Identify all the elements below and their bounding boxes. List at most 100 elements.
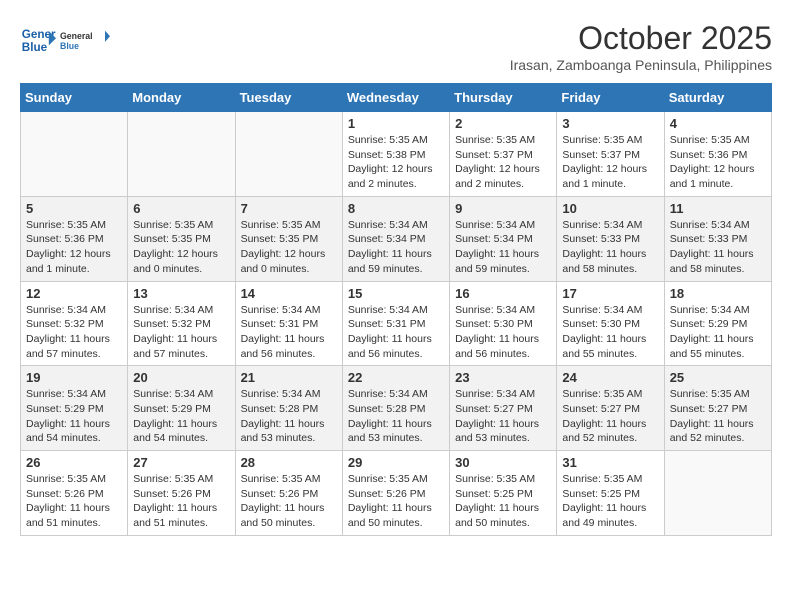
calendar-cell: 12 Sunrise: 5:34 AMSunset: 5:32 PMDayligh…	[21, 281, 128, 366]
day-number: 20	[133, 370, 229, 385]
month-title: October 2025	[510, 20, 772, 57]
calendar-cell: 18Sunrise: 5:34 AMSunset: 5:29 PMDayligh…	[664, 281, 771, 366]
weekday-header: Thursday	[450, 84, 557, 112]
page-header: General Blue General Blue October 2025 I…	[20, 20, 772, 73]
calendar-cell: 6 Sunrise: 5:35 AMSunset: 5:35 PMDaylight…	[128, 196, 235, 281]
day-number: 25	[670, 370, 766, 385]
calendar-cell: 7Sunrise: 5:35 AMSunset: 5:35 PMDaylight…	[235, 196, 342, 281]
day-detail: Sunrise: 5:34 AMSunset: 5:31 PMDaylight:…	[348, 303, 444, 362]
day-detail: Sunrise: 5:34 AMSunset: 5:32 PMDaylight:…	[26, 303, 122, 362]
day-number: 30	[455, 455, 551, 470]
calendar-cell: 9Sunrise: 5:34 AMSunset: 5:34 PMDaylight…	[450, 196, 557, 281]
logo-icon: General Blue	[20, 22, 56, 58]
calendar-cell: 14 Sunrise: 5:34 AMSunset: 5:31 PMDayligh…	[235, 281, 342, 366]
calendar-cell: 22 Sunrise: 5:34 AMSunset: 5:28 PMDayligh…	[342, 366, 449, 451]
day-detail: Sunrise: 5:34 AMSunset: 5:28 PMDaylight:…	[348, 387, 444, 446]
day-detail: Sunrise: 5:35 AMSunset: 5:25 PMDaylight:…	[562, 472, 658, 531]
day-detail: Sunrise: 5:34 AMSunset: 5:32 PMDaylight:…	[133, 303, 229, 362]
calendar-week-row: 12 Sunrise: 5:34 AMSunset: 5:32 PMDayligh…	[21, 281, 772, 366]
calendar-cell: 23 Sunrise: 5:34 AMSunset: 5:27 PMDayligh…	[450, 366, 557, 451]
day-number: 23	[455, 370, 551, 385]
day-number: 17	[562, 286, 658, 301]
day-detail: Sunrise: 5:34 AMSunset: 5:30 PMDaylight:…	[562, 303, 658, 362]
calendar-header-row: SundayMondayTuesdayWednesdayThursdayFrid…	[21, 84, 772, 112]
day-number: 13	[133, 286, 229, 301]
day-detail: Sunrise: 5:34 AMSunset: 5:29 PMDaylight:…	[133, 387, 229, 446]
calendar-cell: 3 Sunrise: 5:35 AMSunset: 5:37 PMDaylight…	[557, 112, 664, 197]
calendar-cell	[235, 112, 342, 197]
calendar-cell: 15 Sunrise: 5:34 AMSunset: 5:31 PMDayligh…	[342, 281, 449, 366]
day-detail: Sunrise: 5:35 AMSunset: 5:27 PMDaylight:…	[562, 387, 658, 446]
calendar-cell: 8 Sunrise: 5:34 AMSunset: 5:34 PMDaylight…	[342, 196, 449, 281]
day-detail: Sunrise: 5:35 AMSunset: 5:26 PMDaylight:…	[348, 472, 444, 531]
day-detail: Sunrise: 5:35 AMSunset: 5:36 PMDaylight:…	[670, 133, 766, 192]
day-number: 5	[26, 201, 122, 216]
calendar-cell	[128, 112, 235, 197]
calendar-cell: 1Sunrise: 5:35 AMSunset: 5:38 PMDaylight…	[342, 112, 449, 197]
day-number: 7	[241, 201, 337, 216]
calendar-table: SundayMondayTuesdayWednesdayThursdayFrid…	[20, 83, 772, 536]
day-number: 8	[348, 201, 444, 216]
day-number: 15	[348, 286, 444, 301]
day-detail: Sunrise: 5:34 AMSunset: 5:33 PMDaylight:…	[562, 218, 658, 277]
calendar-cell: 24 Sunrise: 5:35 AMSunset: 5:27 PMDayligh…	[557, 366, 664, 451]
svg-text:Blue: Blue	[22, 41, 48, 54]
day-number: 16	[455, 286, 551, 301]
day-detail: Sunrise: 5:35 AMSunset: 5:25 PMDaylight:…	[455, 472, 551, 531]
day-detail: Sunrise: 5:34 AMSunset: 5:34 PMDaylight:…	[455, 218, 551, 277]
calendar-week-row: 5 Sunrise: 5:35 AMSunset: 5:36 PMDaylight…	[21, 196, 772, 281]
day-detail: Sunrise: 5:34 AMSunset: 5:30 PMDaylight:…	[455, 303, 551, 362]
calendar-cell: 31 Sunrise: 5:35 AMSunset: 5:25 PMDayligh…	[557, 451, 664, 536]
day-number: 22	[348, 370, 444, 385]
weekday-header: Wednesday	[342, 84, 449, 112]
calendar-cell: 21 Sunrise: 5:34 AMSunset: 5:28 PMDayligh…	[235, 366, 342, 451]
calendar-week-row: 19 Sunrise: 5:34 AMSunset: 5:29 PMDayligh…	[21, 366, 772, 451]
day-number: 31	[562, 455, 658, 470]
calendar-cell: 11Sunrise: 5:34 AMSunset: 5:33 PMDayligh…	[664, 196, 771, 281]
day-number: 14	[241, 286, 337, 301]
day-number: 24	[562, 370, 658, 385]
day-number: 2	[455, 116, 551, 131]
weekday-header: Tuesday	[235, 84, 342, 112]
weekday-header: Sunday	[21, 84, 128, 112]
day-number: 21	[241, 370, 337, 385]
logo: General Blue General Blue	[20, 20, 110, 60]
day-number: 12	[26, 286, 122, 301]
day-number: 29	[348, 455, 444, 470]
weekday-header: Saturday	[664, 84, 771, 112]
day-detail: Sunrise: 5:35 AMSunset: 5:35 PMDaylight:…	[133, 218, 229, 277]
day-number: 18	[670, 286, 766, 301]
day-detail: Sunrise: 5:35 AMSunset: 5:27 PMDaylight:…	[670, 387, 766, 446]
calendar-cell: 25 Sunrise: 5:35 AMSunset: 5:27 PMDayligh…	[664, 366, 771, 451]
calendar-cell: 5 Sunrise: 5:35 AMSunset: 5:36 PMDaylight…	[21, 196, 128, 281]
calendar-week-row: 26 Sunrise: 5:35 AMSunset: 5:26 PMDayligh…	[21, 451, 772, 536]
calendar-cell: 16 Sunrise: 5:34 AMSunset: 5:30 PMDayligh…	[450, 281, 557, 366]
day-detail: Sunrise: 5:35 AMSunset: 5:37 PMDaylight:…	[455, 133, 551, 192]
svg-text:Blue: Blue	[60, 41, 79, 51]
calendar-cell: 2 Sunrise: 5:35 AMSunset: 5:37 PMDaylight…	[450, 112, 557, 197]
day-detail: Sunrise: 5:34 AMSunset: 5:27 PMDaylight:…	[455, 387, 551, 446]
calendar-cell: 27 Sunrise: 5:35 AMSunset: 5:26 PMDayligh…	[128, 451, 235, 536]
day-number: 26	[26, 455, 122, 470]
calendar-cell: 26Sunrise: 5:35 AMSunset: 5:26 PMDayligh…	[21, 451, 128, 536]
calendar-cell: 13 Sunrise: 5:34 AMSunset: 5:32 PMDayligh…	[128, 281, 235, 366]
day-detail: Sunrise: 5:34 AMSunset: 5:31 PMDaylight:…	[241, 303, 337, 362]
day-number: 6	[133, 201, 229, 216]
day-detail: Sunrise: 5:35 AMSunset: 5:26 PMDaylight:…	[133, 472, 229, 531]
day-detail: Sunrise: 5:35 AMSunset: 5:37 PMDaylight:…	[562, 133, 658, 192]
calendar-cell: 17 Sunrise: 5:34 AMSunset: 5:30 PMDayligh…	[557, 281, 664, 366]
calendar-cell: 28Sunrise: 5:35 AMSunset: 5:26 PMDayligh…	[235, 451, 342, 536]
day-number: 27	[133, 455, 229, 470]
calendar-cell: 30 Sunrise: 5:35 AMSunset: 5:25 PMDayligh…	[450, 451, 557, 536]
day-detail: Sunrise: 5:34 AMSunset: 5:34 PMDaylight:…	[348, 218, 444, 277]
day-number: 3	[562, 116, 658, 131]
svg-text:General: General	[60, 31, 93, 41]
day-detail: Sunrise: 5:34 AMSunset: 5:28 PMDaylight:…	[241, 387, 337, 446]
day-number: 19	[26, 370, 122, 385]
weekday-header: Monday	[128, 84, 235, 112]
calendar-cell: 4Sunrise: 5:35 AMSunset: 5:36 PMDaylight…	[664, 112, 771, 197]
day-detail: Sunrise: 5:35 AMSunset: 5:26 PMDaylight:…	[241, 472, 337, 531]
day-number: 1	[348, 116, 444, 131]
day-detail: Sunrise: 5:35 AMSunset: 5:36 PMDaylight:…	[26, 218, 122, 277]
calendar-cell: 10Sunrise: 5:34 AMSunset: 5:33 PMDayligh…	[557, 196, 664, 281]
